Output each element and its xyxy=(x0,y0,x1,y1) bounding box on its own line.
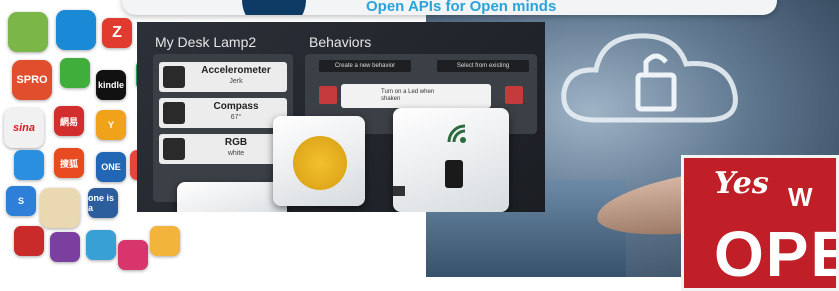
app-label-3: kindle xyxy=(96,70,126,100)
rule-text: Turn on a Led when shaken xyxy=(381,89,435,102)
bulb-icon xyxy=(163,138,185,160)
skype-icon: S xyxy=(6,186,36,216)
behaviors-title: Behaviors xyxy=(309,34,372,50)
lamp-base-cube xyxy=(177,182,287,212)
sign-open-text: OPE xyxy=(714,218,836,290)
app-label-1: sina xyxy=(4,108,44,148)
camel-icon xyxy=(40,188,80,228)
sensor-value: white xyxy=(227,150,245,157)
select-behavior-button[interactable]: Select from existing xyxy=(437,60,529,72)
chat-bubble-icon xyxy=(14,150,44,180)
qq-icon xyxy=(56,10,96,50)
compass-icon xyxy=(163,102,185,124)
app-label-4: 搜狐 xyxy=(54,148,84,178)
angry-birds-icon xyxy=(8,12,48,52)
ring-icon xyxy=(118,240,148,270)
wifi-cube xyxy=(393,108,509,212)
usb-port xyxy=(393,186,405,196)
wifi-icon xyxy=(447,124,466,143)
sign-yes-text: Yes xyxy=(714,166,769,201)
rule-action-icon-2 xyxy=(505,86,523,104)
sensor-value: Jerk xyxy=(229,78,243,85)
yellow-light-face xyxy=(293,136,347,190)
app-label-6: one is a xyxy=(88,188,118,218)
open-sign: Yes W OPE xyxy=(681,155,839,291)
banner-tagline: Open APIs for Open minds xyxy=(366,0,557,15)
sign-we-text: W xyxy=(788,182,813,212)
accelerometer-icon xyxy=(163,66,185,88)
behavior-rule[interactable]: Turn on a Led when shaken xyxy=(341,84,491,108)
yellow-light-cube xyxy=(273,116,365,206)
app-label-0: SPRO xyxy=(12,60,52,100)
sensor-panel: Accelerometer Jerk Compass 67° RGB white xyxy=(153,54,293,202)
sensor-rgb[interactable]: RGB white xyxy=(159,134,287,164)
sensor-name: Accelerometer xyxy=(201,65,271,76)
app-label-5: ONE xyxy=(96,152,126,182)
lamp-dashboard-photo: My Desk Lamp2 Behaviors Accelerometer Je… xyxy=(137,22,545,212)
create-behavior-button[interactable]: Create a new behavior xyxy=(319,60,411,72)
cloud-lock-icon xyxy=(561,33,738,123)
sensor-compass[interactable]: Compass 67° xyxy=(159,98,287,128)
banner-logo xyxy=(242,0,306,15)
zynga-icon: Z xyxy=(102,18,132,48)
game-icon xyxy=(50,232,80,262)
app-label-7: Y xyxy=(96,110,126,140)
app-label-2: 網易 xyxy=(54,106,84,136)
sensor-name: Compass xyxy=(213,101,259,112)
top-banner: Open APIs for Open minds xyxy=(122,0,777,15)
acrobat-icon xyxy=(14,226,44,256)
battery-icon xyxy=(445,160,463,188)
wechat-icon xyxy=(60,58,90,88)
sensor-value: 67° xyxy=(230,114,242,121)
sensor-accelerometer[interactable]: Accelerometer Jerk xyxy=(159,62,287,92)
device-title: My Desk Lamp2 xyxy=(155,34,257,50)
arrows-icon xyxy=(86,230,116,260)
sensor-name: RGB xyxy=(224,137,248,148)
rule-action-icon xyxy=(319,86,337,104)
cartoon-icon xyxy=(150,226,180,256)
